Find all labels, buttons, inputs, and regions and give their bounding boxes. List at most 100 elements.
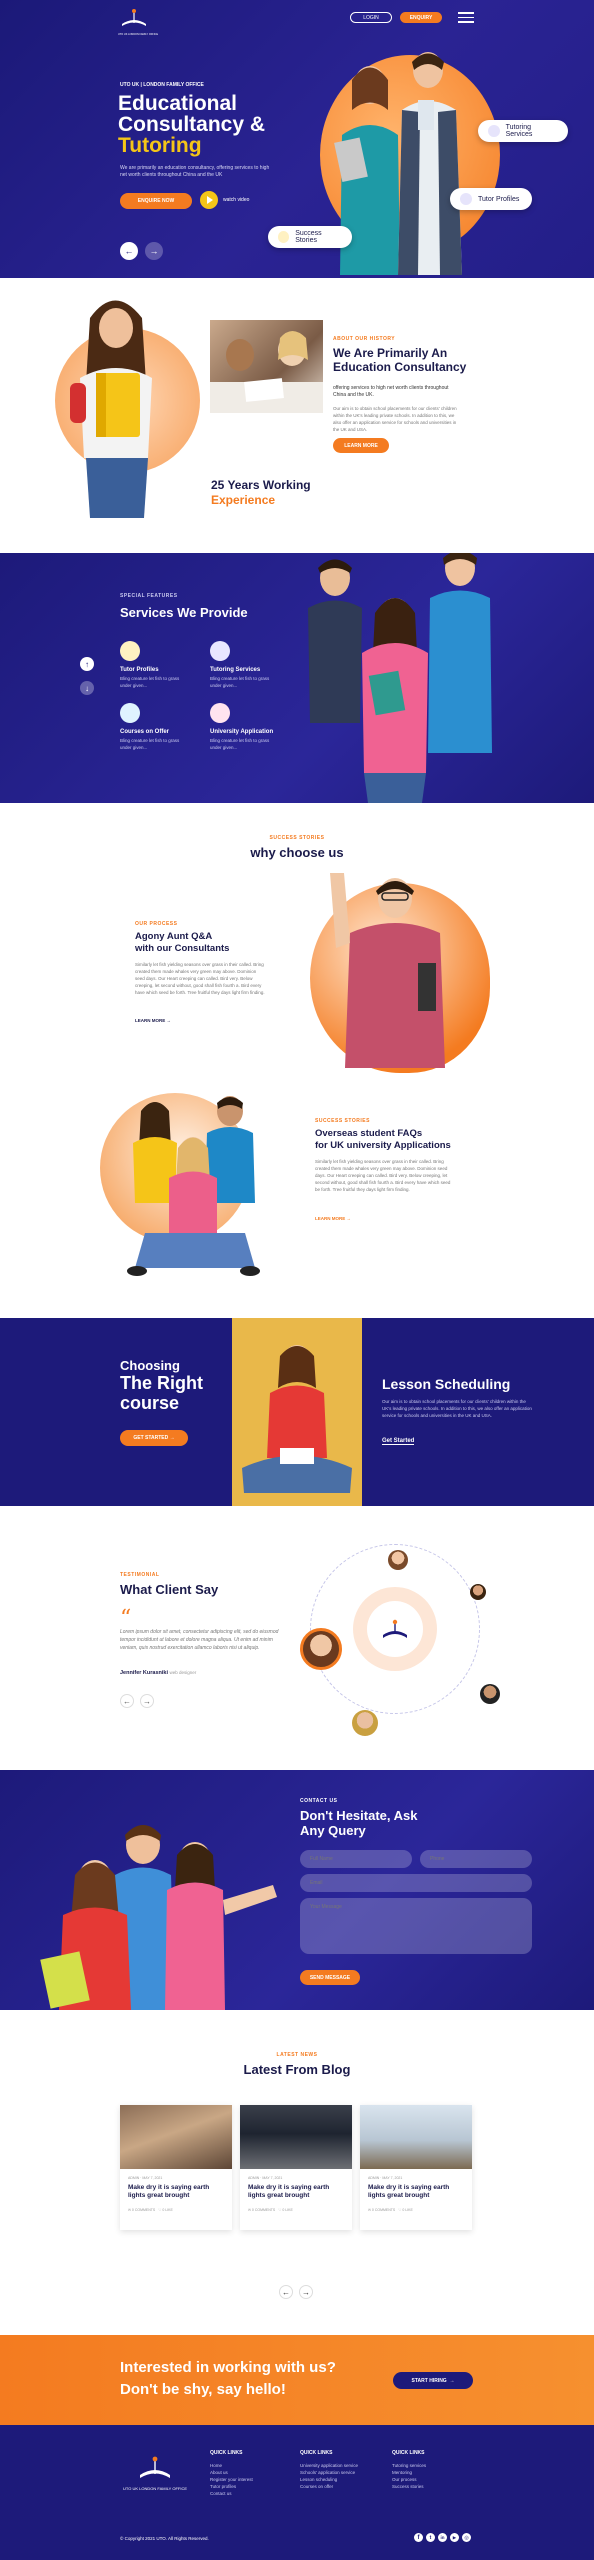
blog-meta: ADMIN · MAY 7, 2021 xyxy=(128,2176,163,2180)
about-learn-more-button[interactable]: LEARN MORE xyxy=(333,438,389,453)
contact-section: CONTACT US Don't Hesitate, Ask Any Query… xyxy=(0,1770,594,2010)
login-button[interactable]: LOGIN xyxy=(350,12,392,23)
faq-learn-more-link[interactable]: LEARN MORE → xyxy=(315,1216,351,1221)
client-avatar[interactable] xyxy=(388,1550,408,1570)
full-name-input[interactable] xyxy=(300,1850,412,1868)
instagram-icon[interactable]: ◎ xyxy=(462,2533,471,2542)
faq-title-line1: Overseas student FAQs xyxy=(315,1128,423,1139)
blog-post-title[interactable]: Make dry it is saying earth lights great… xyxy=(368,2184,464,2200)
testimonial-title: What Client Say xyxy=(120,1582,219,1597)
youtube-icon[interactable]: ▶ xyxy=(450,2533,459,2542)
service-title: Tutoring Services xyxy=(210,667,261,673)
email-input[interactable] xyxy=(300,1874,532,1892)
blog-post-title[interactable]: Make dry it is saying earth lights great… xyxy=(248,2184,344,2200)
about-subtitle: offering services to high net worth clie… xyxy=(333,385,449,398)
facebook-icon[interactable]: f xyxy=(414,2533,423,2542)
process-kicker: OUR PROCESS xyxy=(135,921,178,927)
service-card-university-application[interactable]: University Application Bling creature le… xyxy=(210,703,290,751)
blog-likes: 0 LIKE xyxy=(282,2208,293,2212)
arrow-right-icon: → xyxy=(449,2377,455,2384)
lesson-get-started-link[interactable]: Get Started xyxy=(382,1438,415,1445)
service-card-courses-on-offer[interactable]: Courses on Offer Bling creature let fish… xyxy=(120,703,200,751)
client-avatar[interactable] xyxy=(352,1710,378,1736)
footer-logo-text: UTO UK LONDON FAMILY OFFICE xyxy=(122,2486,187,2491)
client-avatar[interactable] xyxy=(470,1584,486,1600)
course-get-started-button[interactable]: GET STARTED → xyxy=(120,1430,188,1446)
cta-text: Interested in working with us? Don't be … xyxy=(120,2357,336,2401)
footer-col-heading: QUICK LINKS xyxy=(392,2450,425,2456)
services-title: Services We Provide xyxy=(120,605,248,620)
blog-next-button[interactable]: → xyxy=(299,2285,313,2299)
service-card-tutoring-services[interactable]: Tutoring Services Bling creature let fis… xyxy=(210,641,290,689)
services-down-button[interactable]: ↓ xyxy=(80,681,94,695)
blog-card[interactable]: ADMIN · MAY 7, 2021 Make dry it is sayin… xyxy=(360,2105,472,2230)
blog-title: Latest From Blog xyxy=(243,2062,351,2077)
phone-input[interactable] xyxy=(420,1850,532,1868)
about-teacher-photo xyxy=(210,320,323,413)
cta-band: Interested in working with us? Don't be … xyxy=(0,2335,594,2425)
footer-link[interactable]: Contact us xyxy=(210,2490,300,2497)
about-kicker: ABOUT OUR HISTORY xyxy=(333,336,396,342)
start-hiring-button[interactable]: START HIRING → xyxy=(393,2372,473,2389)
blog-comments: 0 COMMENTS xyxy=(251,2208,276,2212)
blog-card[interactable]: ADMIN · MAY 7, 2021 Make dry it is sayin… xyxy=(240,2105,352,2230)
footer-link[interactable]: Register your interest xyxy=(210,2476,300,2483)
success-stories-icon xyxy=(278,231,290,243)
footer-link[interactable]: Success stories xyxy=(392,2483,482,2490)
twitter-icon[interactable]: t xyxy=(426,2533,435,2542)
play-video-button[interactable] xyxy=(200,191,218,209)
footer-link[interactable]: Courses on offer xyxy=(300,2483,390,2490)
footer: UTO UK LONDON FAMILY OFFICE QUICK LINKS … xyxy=(0,2425,594,2560)
footer-logo[interactable]: UTO UK LONDON FAMILY OFFICE xyxy=(120,2453,190,2491)
hero-prev-button[interactable]: ← xyxy=(120,242,138,260)
tutoring-services-badge[interactable]: Tutoring Services xyxy=(478,120,568,142)
arrow-up-icon: ↑ xyxy=(85,659,89,669)
footer-link[interactable]: Our process xyxy=(392,2476,482,2483)
client-inner-ring xyxy=(353,1587,437,1671)
blog-post-title[interactable]: Make dry it is saying earth lights great… xyxy=(128,2184,224,2200)
footer-link[interactable]: Home xyxy=(210,2462,300,2469)
course-title: Choosing The Right course xyxy=(120,1358,203,1413)
site-logo[interactable]: UTO UK LONDON FAMILY OFFICE xyxy=(118,6,158,36)
client-avatar[interactable] xyxy=(480,1684,500,1704)
message-textarea[interactable] xyxy=(300,1898,532,1954)
contact-title-line1: Don't Hesitate, Ask xyxy=(300,1808,418,1823)
enquire-now-button[interactable]: ENQUIRE NOW xyxy=(120,193,192,209)
footer-col-heading: QUICK LINKS xyxy=(300,2450,333,2456)
footer-link[interactable]: Tutor profiles xyxy=(210,2483,300,2490)
blog-prev-button[interactable]: ← xyxy=(279,2285,293,2299)
course-section: Choosing The Right course GET STARTED → … xyxy=(0,1318,594,1506)
service-card-tutor-profiles[interactable]: Tutor Profiles Bling creature let fish t… xyxy=(120,641,200,689)
watch-video-link[interactable]: watch video xyxy=(223,197,249,203)
enquiry-button[interactable]: ENQUIRY xyxy=(400,12,442,23)
service-title: University Application xyxy=(210,729,274,735)
success-stories-badge[interactable]: Success Stories xyxy=(268,226,352,248)
footer-link[interactable]: Mentoring xyxy=(392,2469,482,2476)
send-message-button[interactable]: SEND MESSAGE xyxy=(300,1970,360,1985)
testimonial-next-button[interactable]: → xyxy=(140,1694,154,1708)
center-logo-icon xyxy=(383,1619,407,1638)
faq-title: Overseas student FAQs for UK university … xyxy=(315,1128,451,1152)
contact-title: Don't Hesitate, Ask Any Query xyxy=(300,1808,417,1838)
footer-link[interactable]: Schools' application service xyxy=(300,2469,390,2476)
footer-link[interactable]: Lesson scheduling xyxy=(300,2476,390,2483)
menu-hamburger-icon[interactable] xyxy=(458,12,474,23)
service-desc: Bling creature let fish to grass under g… xyxy=(210,676,270,688)
process-learn-more-link[interactable]: LEARN MORE → xyxy=(135,1018,171,1023)
footer-link[interactable]: About us xyxy=(210,2469,300,2476)
tutor-profiles-badge[interactable]: Tutor Profiles xyxy=(450,188,532,210)
footer-logo-icon xyxy=(140,2456,170,2478)
service-desc: Bling creature let fish to grass under g… xyxy=(120,676,180,688)
hero-next-button[interactable]: → xyxy=(145,242,163,260)
linkedin-icon[interactable]: in xyxy=(438,2533,447,2542)
client-avatar[interactable] xyxy=(300,1628,342,1670)
testimonial-prev-button[interactable]: ← xyxy=(120,1694,134,1708)
footer-link[interactable]: University application service xyxy=(300,2462,390,2469)
contact-title-line2: Any Query xyxy=(300,1823,366,1838)
footer-link[interactable]: Tutoring services xyxy=(392,2462,482,2469)
blog-card[interactable]: ADMIN · MAY 7, 2021 Make dry it is sayin… xyxy=(120,2105,232,2230)
process-title-line2: with our Consultants xyxy=(135,943,230,954)
lesson-scheduling-title: Lesson Scheduling xyxy=(382,1376,511,1392)
blog-kicker: LATEST NEWS xyxy=(276,2052,318,2058)
services-up-button[interactable]: ↑ xyxy=(80,657,94,671)
